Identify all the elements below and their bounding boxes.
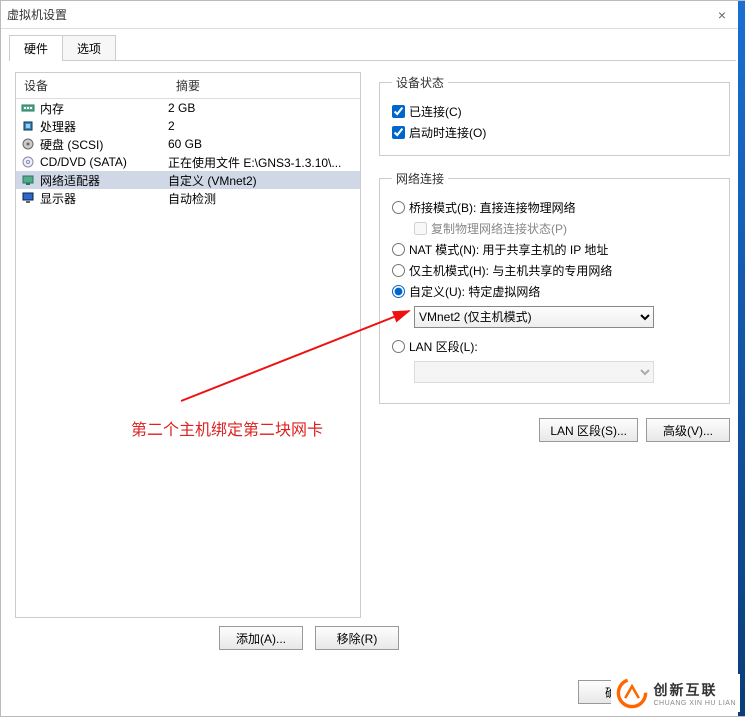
radio-bridged-label: 桥接模式(B): 直接连接物理网络 [409,199,576,216]
hardware-list: 设备 摘要 内存 2 GB 处理器 2 硬盘 (SCSI) 60 GB CD/DVD (SA… [15,72,361,618]
device-status-group: 设备状态 已连接(C) 启动时连接(O) [379,74,730,156]
logo-icon [615,676,649,710]
annotation-text: 第二个主机绑定第二块网卡 [131,416,323,440]
replicate-label: 复制物理网络连接状态(P) [431,220,567,237]
network-extra-buttons: LAN 区段(S)... 高级(V)... [379,418,730,442]
add-button[interactable]: 添加(A)... [219,626,303,650]
radio-nat[interactable]: NAT 模式(N): 用于共享主机的 IP 地址 [392,241,717,258]
logo-brand: 创新互联 [653,680,736,700]
logo-text-wrap: 创新互联 CHUANG XIN HU LIAN [653,680,736,707]
hardware-panel: 设备 摘要 内存 2 GB 处理器 2 硬盘 (SCSI) 60 GB CD/DVD (SA… [15,72,361,650]
device-summary: 自动检测 [168,190,356,207]
connected-checkbox-input[interactable] [392,105,405,118]
device-name: CD/DVD (SATA) [40,155,127,169]
device-summary: 2 GB [168,101,356,115]
details-panel: 设备状态 已连接(C) 启动时连接(O) 网络连接 桥接模式(B): 直接连接物… [379,72,730,650]
device-name: 处理器 [40,118,76,135]
titlebar: 虚拟机设置 × [1,1,744,29]
network-connection-group: 网络连接 桥接模式(B): 直接连接物理网络 复制物理网络连接状态(P) NAT… [379,170,730,404]
device-name: 硬盘 (SCSI) [40,136,103,153]
replicate-checkbox: 复制物理网络连接状态(P) [414,220,717,237]
hardware-list-header: 设备 摘要 [16,73,360,99]
display-icon [20,190,36,206]
cd-icon [20,154,36,170]
watermark-logo: 创新互联 CHUANG XIN HU LIAN [611,674,740,712]
tab-hardware[interactable]: 硬件 [9,35,63,61]
hardware-row-display[interactable]: 显示器 自动检测 [16,189,360,207]
radio-custom-label: 自定义(U): 特定虚拟网络 [409,283,540,300]
device-summary: 2 [168,119,356,133]
radio-nat-input[interactable] [392,243,405,256]
col-summary: 摘要 [168,73,360,98]
device-name: 网络适配器 [40,172,100,189]
window-title: 虚拟机设置 [7,6,67,23]
tab-strip: 硬件 选项 [1,29,744,61]
radio-lan-input[interactable] [392,340,405,353]
hardware-row-net[interactable]: 网络适配器 自定义 (VMnet2) [16,171,360,189]
radio-bridged-input[interactable] [392,201,405,214]
device-name: 内存 [40,100,64,117]
connected-checkbox[interactable]: 已连接(C) [392,103,717,120]
cpu-icon [20,118,36,134]
device-summary: 60 GB [168,137,356,151]
device-summary: 自定义 (VMnet2) [168,172,356,189]
radio-custom[interactable]: 自定义(U): 特定虚拟网络 [392,283,717,300]
logo-sub: CHUANG XIN HU LIAN [653,700,736,707]
hardware-row-memory[interactable]: 内存 2 GB [16,99,360,117]
hardware-row-cpu[interactable]: 处理器 2 [16,117,360,135]
device-summary: 正在使用文件 E:\GNS3-1.3.10\... [168,154,356,171]
tab-options[interactable]: 选项 [62,35,116,61]
radio-custom-input[interactable] [392,285,405,298]
radio-bridged[interactable]: 桥接模式(B): 直接连接物理网络 [392,199,717,216]
close-icon[interactable]: × [706,7,738,23]
vm-settings-window: 虚拟机设置 × 硬件 选项 设备 摘要 内存 2 GB 处理器 2 硬盘 (SCSI) 6… [0,0,745,717]
connect-at-power-label: 启动时连接(O) [409,124,486,141]
hardware-row-disk[interactable]: 硬盘 (SCSI) 60 GB [16,135,360,153]
hardware-buttons: 添加(A)... 移除(R) [219,626,361,650]
radio-hostonly[interactable]: 仅主机模式(H): 与主机共享的专用网络 [392,262,717,279]
replicate-input [414,222,427,235]
hardware-row-cd[interactable]: CD/DVD (SATA) 正在使用文件 E:\GNS3-1.3.10\... [16,153,360,171]
connect-at-power-input[interactable] [392,126,405,139]
radio-lan-label: LAN 区段(L): [409,338,478,355]
network-legend: 网络连接 [392,170,448,187]
connect-at-power-checkbox[interactable]: 启动时连接(O) [392,124,717,141]
radio-nat-label: NAT 模式(N): 用于共享主机的 IP 地址 [409,241,608,258]
advanced-button[interactable]: 高级(V)... [646,418,730,442]
radio-lan[interactable]: LAN 区段(L): [392,338,717,355]
device-status-legend: 设备状态 [392,74,448,91]
net-icon [20,172,36,188]
radio-hostonly-input[interactable] [392,264,405,277]
radio-hostonly-label: 仅主机模式(H): 与主机共享的专用网络 [409,262,612,279]
device-name: 显示器 [40,190,76,207]
lan-segments-button[interactable]: LAN 区段(S)... [539,418,638,442]
custom-vmnet-select[interactable]: VMnet2 (仅主机模式) [414,306,654,328]
desktop-edge [738,1,745,716]
connected-label: 已连接(C) [409,103,462,120]
col-device: 设备 [16,73,168,98]
lan-segment-select [414,361,654,383]
disk-icon [20,136,36,152]
memory-icon [20,100,36,116]
content-area: 设备 摘要 内存 2 GB 处理器 2 硬盘 (SCSI) 60 GB CD/DVD (SA… [1,62,744,650]
